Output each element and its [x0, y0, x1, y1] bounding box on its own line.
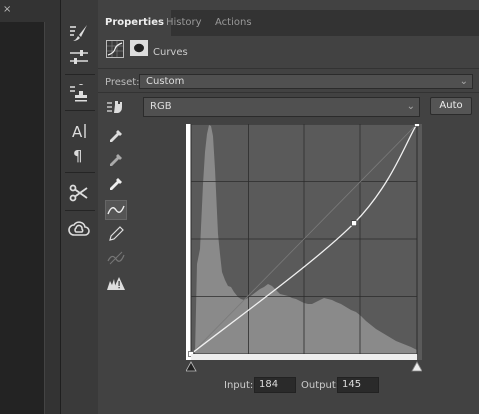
- close-panel-icon[interactable]: ×: [3, 4, 11, 15]
- adjustment-title: Curves: [153, 47, 188, 58]
- panel-icon-strip: A ¶: [60, 0, 100, 414]
- sample-white-point-eyedropper-icon[interactable]: [105, 174, 127, 194]
- clone-stamp-icon[interactable]: [67, 82, 91, 104]
- sample-black-point-eyedropper-icon[interactable]: [105, 126, 127, 146]
- preset-value: Custom: [146, 76, 185, 87]
- curves-graph[interactable]: [186, 124, 422, 360]
- svg-text:A: A: [72, 123, 83, 140]
- targeted-adjustment-icon[interactable]: [105, 97, 127, 117]
- clipping-warning-icon[interactable]: [105, 273, 127, 293]
- output-gradient-bar: [186, 124, 191, 360]
- draw-curve-pencil-icon[interactable]: [105, 224, 127, 244]
- preset-dropdown[interactable]: Custom ⌄: [139, 74, 473, 89]
- scissors-icon[interactable]: [67, 182, 91, 204]
- layer-mask-icon[interactable]: [130, 40, 148, 56]
- white-point-slider[interactable]: [411, 361, 422, 372]
- output-field[interactable]: 145: [337, 377, 379, 393]
- strip-divider: [65, 172, 95, 173]
- svg-text:¶: ¶: [73, 147, 83, 164]
- chevron-down-icon: ⌄: [459, 76, 468, 87]
- tab-actions[interactable]: Actions: [215, 10, 252, 36]
- sample-gray-point-eyedropper-icon[interactable]: [105, 150, 127, 170]
- strip-divider: [65, 110, 95, 111]
- channel-dropdown[interactable]: RGB ⌄: [143, 97, 420, 117]
- strip-divider: [65, 210, 95, 211]
- curves-adjustment-icon: [106, 40, 124, 58]
- header-divider: [98, 68, 479, 69]
- black-point-slider[interactable]: [186, 361, 197, 372]
- input-label: Input:: [224, 380, 254, 391]
- character-icon[interactable]: A: [67, 120, 91, 142]
- panel-tab-bar: Properties History Actions: [98, 10, 479, 36]
- curve-control-point[interactable]: [351, 220, 357, 227]
- auto-button[interactable]: Auto: [430, 97, 472, 115]
- preset-label: Preset:: [105, 77, 140, 88]
- sliders-icon[interactable]: [67, 46, 91, 68]
- tab-history[interactable]: History: [166, 10, 202, 36]
- preset-divider: [98, 92, 479, 93]
- strip-divider: [65, 74, 95, 75]
- edit-points-curve-icon[interactable]: [105, 200, 127, 220]
- input-slider-track: [186, 361, 422, 372]
- channel-value: RGB: [150, 101, 172, 112]
- tab-properties[interactable]: Properties: [98, 10, 171, 36]
- chevron-down-icon: ⌄: [406, 101, 415, 112]
- output-label: Output:: [301, 380, 340, 391]
- smooth-curve-icon: [105, 248, 127, 268]
- input-field[interactable]: 184: [254, 377, 296, 393]
- properties-panel: Properties History Actions Curves Preset…: [98, 0, 479, 414]
- paragraph-icon[interactable]: ¶: [67, 144, 91, 166]
- document-canvas-edge: [0, 22, 45, 414]
- creative-cloud-icon[interactable]: [67, 218, 91, 240]
- curve-control-point[interactable]: [414, 124, 420, 127]
- brush-presets-icon[interactable]: [67, 22, 91, 44]
